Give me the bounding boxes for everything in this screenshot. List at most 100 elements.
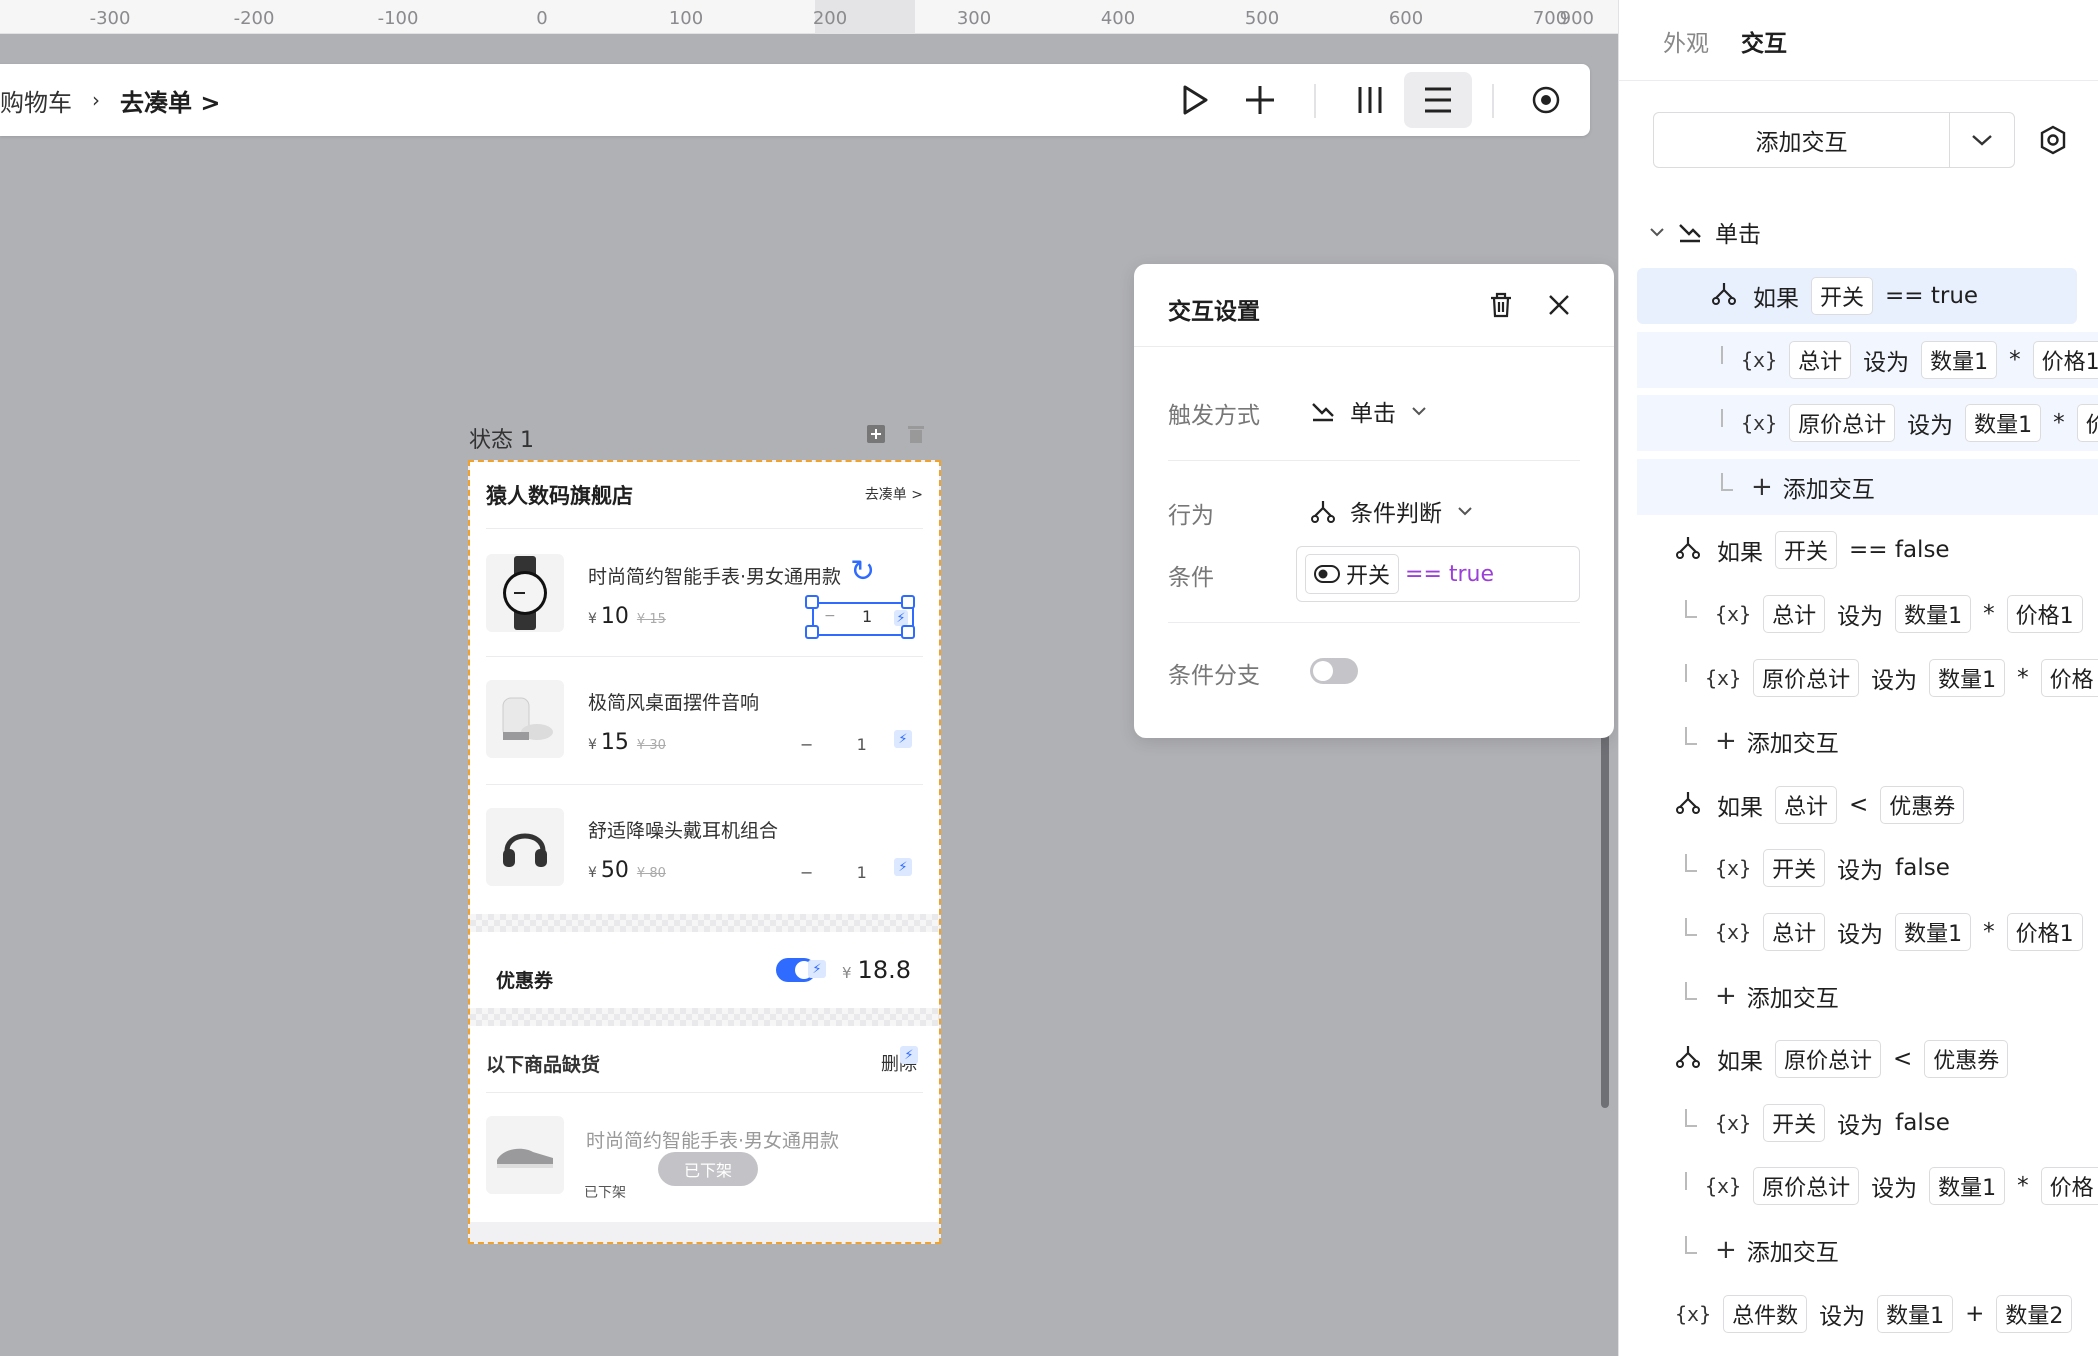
play-icon[interactable] bbox=[1167, 72, 1223, 128]
condition-input[interactable]: 开关 == true bbox=[1296, 546, 1580, 602]
variable-chip[interactable]: 原价总计 bbox=[1753, 1167, 1860, 1206]
variable-chip[interactable]: 原价总计 bbox=[1775, 1040, 1882, 1079]
variable-chip[interactable]: 总计 bbox=[1775, 785, 1838, 824]
variable-chip[interactable]: 总计 bbox=[1763, 595, 1826, 633]
close-icon[interactable] bbox=[1544, 290, 1574, 320]
interaction-row[interactable]: 如果 开关 == true bbox=[1637, 268, 2077, 324]
add-interaction-button[interactable]: 添加交互 bbox=[1653, 112, 2015, 168]
variable-chip[interactable]: 总计 bbox=[1789, 340, 1852, 379]
add-interaction-row[interactable]: + 添加交互 bbox=[1619, 713, 2098, 769]
item-name: 时尚简约智能手表·男女通用款 bbox=[588, 566, 842, 588]
set-keyword: 设为 bbox=[1837, 922, 1884, 948]
ruler-tick: 400 bbox=[1100, 8, 1136, 29]
breadcrumb-item[interactable]: 购物车 bbox=[0, 83, 72, 118]
interaction-row[interactable]: {x} 原价总计设为数量1 * 价格 bbox=[1637, 395, 2098, 452]
canvas-scrollbar[interactable] bbox=[1601, 700, 1609, 1108]
variable-chip[interactable]: 数量1 bbox=[1921, 340, 1998, 379]
columns-icon[interactable] bbox=[1342, 72, 1398, 128]
variable-chip[interactable]: 价格1 bbox=[2006, 595, 2083, 633]
variable-chip[interactable]: 数量1 bbox=[1929, 658, 2006, 697]
tab-interaction[interactable]: 交互 bbox=[1741, 24, 1787, 58]
go-to-bundle-link[interactable]: 去凑单 > bbox=[865, 484, 923, 504]
interaction-row[interactable]: {x} 原价总计设为数量1 * 价格 bbox=[1619, 1158, 2098, 1214]
variable-chip[interactable]: 开关 bbox=[1811, 277, 1874, 315]
variable-chip[interactable]: 开关 bbox=[1763, 1103, 1826, 1142]
interaction-row[interactable]: 如果 开关 == false bbox=[1619, 522, 2098, 578]
add-interaction-row[interactable]: + 添加交互 bbox=[1637, 458, 2098, 515]
variable-chip[interactable]: 开关 bbox=[1775, 531, 1838, 570]
chevron-down-icon[interactable] bbox=[1950, 113, 2014, 167]
settings-icon[interactable] bbox=[2037, 124, 2069, 156]
duplicate-state-icon[interactable] bbox=[866, 424, 886, 444]
interaction-row[interactable]: {x} 开关 设为 false bbox=[1619, 840, 2098, 896]
selected-stepper[interactable]: − 1 ⚡ bbox=[812, 602, 914, 636]
phone-frame[interactable]: 猿人数码旗舰店 去凑单 > 时尚简约智能手表·男女通用款 ¥10 ¥ 15 ↻ −… bbox=[468, 460, 941, 1244]
variable-chip[interactable]: 价格 bbox=[2040, 658, 2098, 697]
resize-handle[interactable] bbox=[805, 595, 819, 609]
variable-chip[interactable]: 数量1 bbox=[1965, 404, 2042, 443]
variable-chip[interactable]: 价格1 bbox=[2006, 913, 2083, 951]
variable-chip[interactable]: 价格 bbox=[2040, 1167, 2098, 1206]
interaction-row[interactable]: {x} 开关 设为 false bbox=[1619, 1095, 2098, 1151]
tree-connector bbox=[1685, 1108, 1697, 1127]
variable-chip[interactable]: 原价总计 bbox=[1753, 658, 1860, 697]
resize-handle[interactable] bbox=[805, 625, 819, 639]
cart-card: 猿人数码旗舰店 去凑单 > 时尚简约智能手表·男女通用款 ¥10 ¥ 15 ↻ −… bbox=[470, 462, 939, 914]
coupon-value: ¥18.8 bbox=[842, 956, 911, 984]
variable-chip[interactable]: 数量2 bbox=[1996, 1294, 2073, 1333]
variable-chip[interactable]: 总件数 bbox=[1723, 1294, 1808, 1333]
interaction-row[interactable]: {x} 总计 设为 数量1 * 价格1 bbox=[1619, 586, 2098, 642]
interaction-row[interactable]: {x} 总计 设为 数量1 * 价格1 bbox=[1637, 331, 2098, 388]
plus-icon[interactable] bbox=[1232, 72, 1288, 128]
target-icon[interactable] bbox=[1518, 72, 1574, 128]
set-keyword: 设为 bbox=[1819, 1303, 1866, 1330]
interaction-row[interactable]: {x} 总件数 设为 数量1 + 数量2 bbox=[1619, 1286, 2098, 1342]
tree-connector bbox=[1685, 600, 1697, 618]
interaction-row[interactable]: 如果 总计 < 优惠券 bbox=[1619, 777, 2098, 833]
delete-state-icon[interactable] bbox=[906, 424, 926, 444]
variable-chip[interactable]: 数量1 bbox=[1877, 1294, 1954, 1333]
rows-icon[interactable] bbox=[1404, 72, 1472, 128]
top-toolbar: 购物车 › 去凑单 > bbox=[0, 64, 1590, 136]
variable-chip[interactable]: 数量1 bbox=[1895, 913, 1972, 951]
condition-variable-chip[interactable]: 开关 bbox=[1305, 554, 1400, 594]
variable-chip[interactable]: 价格 bbox=[2076, 404, 2098, 443]
variable-chip[interactable]: 优惠券 bbox=[1880, 785, 1965, 824]
variable-chip[interactable]: 原价总计 bbox=[1789, 404, 1896, 443]
add-interaction-row[interactable]: + 添加交互 bbox=[1619, 968, 2098, 1024]
trash-icon[interactable] bbox=[1486, 290, 1516, 320]
resize-handle[interactable] bbox=[901, 625, 915, 639]
interaction-row[interactable]: {x} 原价总计设为数量1 * 价格 bbox=[1619, 650, 2098, 706]
refresh-icon[interactable]: ↻ bbox=[850, 554, 875, 589]
interaction-row[interactable]: 如果 原价总计 < 优惠券 bbox=[1619, 1031, 2098, 1087]
chevron-down-icon[interactable] bbox=[1649, 226, 1665, 238]
set-keyword: 设为 bbox=[1837, 604, 1884, 630]
add-interaction-row[interactable]: + 添加交互 bbox=[1619, 1222, 2098, 1278]
tab-appearance[interactable]: 外观 bbox=[1663, 24, 1709, 58]
breadcrumb-current[interactable]: 去凑单 > bbox=[120, 83, 220, 118]
state-label: 状态 1 bbox=[469, 428, 534, 453]
variable-chip[interactable]: 总计 bbox=[1763, 913, 1826, 951]
interaction-row[interactable]: {x} 总计 设为 数量1 * 价格1 bbox=[1619, 904, 2098, 960]
variable-chip[interactable]: 数量1 bbox=[1929, 1167, 2006, 1206]
event-row-click[interactable]: 单击 bbox=[1619, 204, 2098, 260]
resize-handle[interactable] bbox=[901, 595, 915, 609]
variable-chip[interactable]: 开关 bbox=[1763, 849, 1826, 888]
branch-icon bbox=[1311, 501, 1335, 523]
right-panel: 外观 交互 添加交互 单击 如果 开关 == true {x} 总计 设为 数量1 * 价格1 {… bbox=[1618, 0, 2098, 1356]
out-of-stock-card: 以下商品缺货 删除 ⚡ 时尚简约智能手表·男女通用款 已下架 已下架 bbox=[470, 1026, 939, 1222]
variable-chip[interactable]: 价格1 bbox=[2032, 340, 2098, 379]
variable-icon: {x} bbox=[1715, 856, 1752, 881]
bolt-icon: ⚡ bbox=[900, 1046, 918, 1064]
click-icon bbox=[1312, 403, 1334, 422]
popup-title: 交互设置 bbox=[1168, 299, 1260, 325]
condition-label: 条件 bbox=[1168, 565, 1214, 591]
variable-chip[interactable]: 优惠券 bbox=[1924, 1040, 2009, 1079]
shop-title: 猿人数码旗舰店 bbox=[486, 484, 633, 508]
behavior-select[interactable]: 条件判断 bbox=[1310, 494, 1474, 528]
branch-toggle[interactable] bbox=[1310, 658, 1358, 684]
out-of-stock-title: 以下商品缺货 bbox=[486, 1054, 601, 1076]
trigger-select[interactable]: 单击 bbox=[1310, 394, 1428, 428]
ruler-tick: -100 bbox=[377, 8, 419, 29]
variable-chip[interactable]: 数量1 bbox=[1895, 595, 1972, 633]
